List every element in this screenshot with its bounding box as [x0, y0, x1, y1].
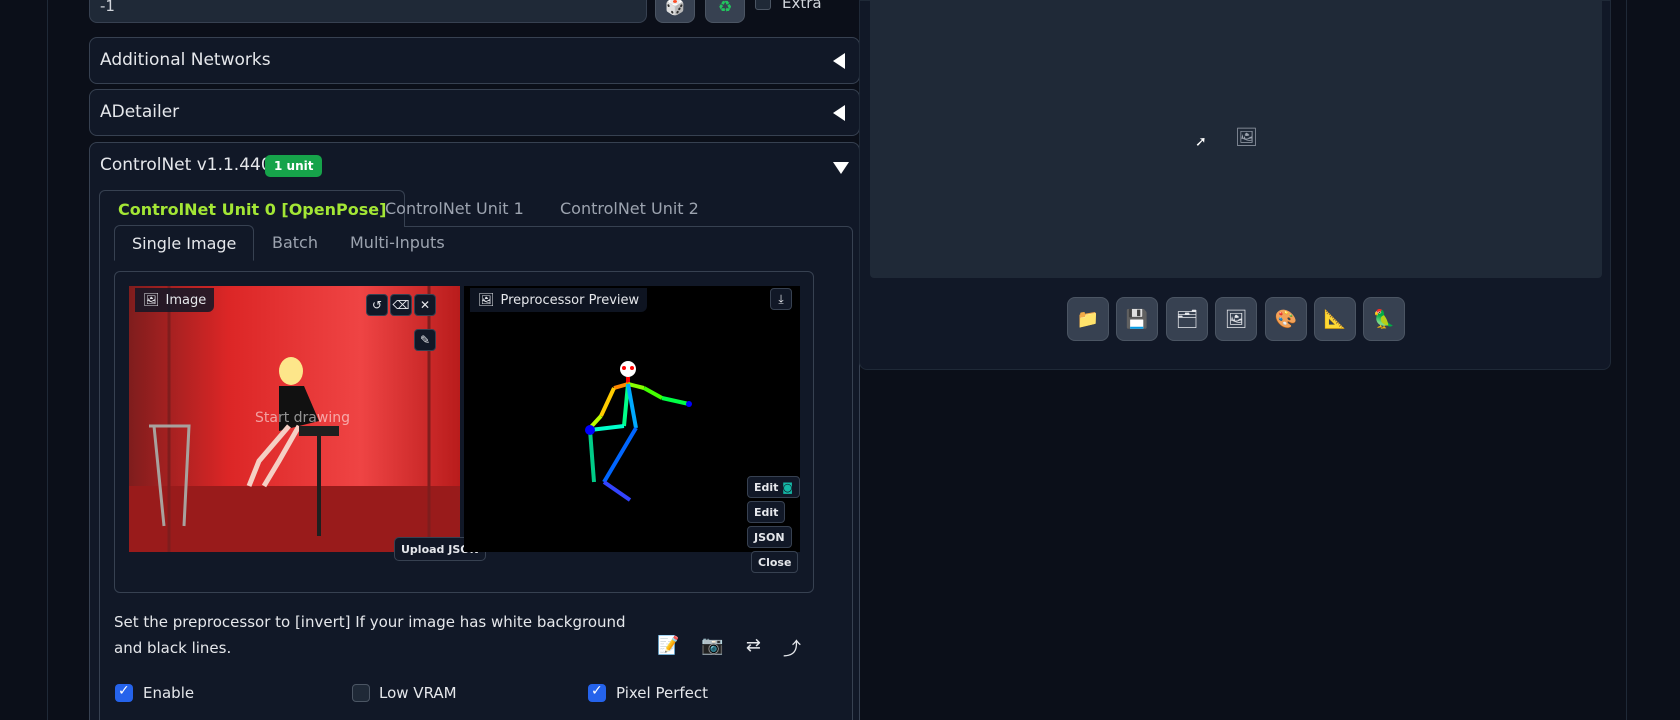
eraser-icon: ⌫	[392, 298, 410, 312]
seed-input[interactable]: -1	[89, 0, 647, 23]
send-dimensions-icon[interactable]: ⤴	[783, 635, 801, 661]
pixel-perfect-checkbox[interactable]	[588, 683, 606, 702]
camera-icon[interactable]: 📷	[701, 635, 723, 661]
cursor-icon: ➚	[1195, 134, 1207, 150]
brush-button[interactable]: ✎	[414, 329, 436, 351]
parrot-icon: 🦜	[1372, 308, 1396, 330]
reuse-seed-button[interactable]: ♻	[705, 0, 745, 23]
tab-unit-1[interactable]: ControlNet Unit 1	[367, 190, 542, 227]
dice-icon: 🎲	[665, 0, 685, 16]
download-icon: ⤓	[778, 291, 784, 306]
accordion-adetailer[interactable]: ADetailer	[89, 89, 860, 136]
accordion-title: Additional Networks	[100, 50, 271, 70]
edit-label: Edit	[754, 481, 779, 494]
extra-checkbox[interactable]	[755, 0, 771, 10]
preprocessor-preview: 🖼 Preprocessor Preview ⤓ Edit ◙ Edit JSO…	[464, 286, 800, 552]
preview-label: 🖼 Preprocessor Preview	[470, 288, 648, 312]
edit-pad-icon[interactable]: 📝	[657, 635, 679, 661]
output-panel: ➚ 🖼 📁 💾 🗂 🖼 🎨 📐 🦜	[859, 0, 1611, 370]
swap-icon[interactable]: ⇄	[746, 635, 761, 661]
left-column: -1 🎲 ♻ Extra Additional Networks ADetail…	[70, 0, 860, 720]
ruler-icon: 📐	[1323, 308, 1347, 330]
accordion-additional-networks[interactable]: Additional Networks	[89, 37, 860, 84]
accordion-title: ADetailer	[100, 102, 180, 122]
edit-openpose-button[interactable]: Edit ◙	[747, 476, 800, 498]
low-vram-checkbox[interactable]	[352, 684, 370, 702]
undo-button[interactable]: ↺	[366, 294, 388, 316]
preview-label-text: Preprocessor Preview	[500, 292, 640, 308]
expand-arrow-icon[interactable]	[833, 162, 849, 174]
random-seed-button[interactable]: 🎲	[655, 0, 695, 23]
send-to-img2img-button[interactable]: 🖼	[1215, 297, 1257, 341]
edit-button[interactable]: Edit	[747, 501, 786, 523]
download-button[interactable]: ⤓	[770, 288, 792, 310]
image-placeholder-icon: 🖼	[1235, 127, 1258, 148]
send-to-extras-button[interactable]: 📐	[1314, 297, 1356, 341]
eraser-button[interactable]: ⌫	[390, 294, 412, 316]
recycle-icon: ♻	[717, 0, 733, 16]
tab-unit-2[interactable]: ControlNet Unit 2	[542, 190, 717, 227]
send-to-photopea-button[interactable]: 🦜	[1363, 297, 1405, 341]
extra-label: Extra	[782, 0, 822, 12]
close-icon: ✕	[419, 298, 431, 312]
tab-unit-0[interactable]: ControlNet Unit 0 [OpenPose]	[99, 190, 406, 227]
single-image-body: 🖼 Image ↺ ⌫ ✕ ✎ Start drawing Upload JSO…	[114, 271, 814, 593]
low-vram-label: Low VRAM	[379, 684, 457, 702]
controlnet-title[interactable]: ControlNet v1.1.440	[100, 155, 272, 175]
image-icon: 🖼	[478, 292, 495, 308]
clear-button[interactable]: ✕	[414, 294, 436, 316]
tab-single-image[interactable]: Single Image	[114, 225, 255, 261]
brush-icon: ✎	[419, 333, 431, 347]
image-label: 🖼 Image	[135, 288, 215, 312]
save-icon: 💾	[1125, 308, 1149, 330]
preprocessor-hint: Set the preprocessor to [invert] If your…	[114, 613, 626, 657]
tab-multi-inputs[interactable]: Multi-Inputs	[333, 225, 462, 261]
image-canvas[interactable]: 🖼 Image ↺ ⌫ ✕ ✎ Start drawing	[129, 286, 460, 552]
openpose-icon: ◙	[778, 481, 793, 494]
undo-icon: ↺	[371, 298, 383, 312]
unit-action-icons: 📝 📷 ⇄ ⤴	[657, 635, 801, 661]
save-button[interactable]: 💾	[1116, 297, 1158, 341]
image-icon: 🖼	[143, 292, 160, 308]
tab-batch[interactable]: Batch	[255, 225, 335, 261]
enable-label: Enable	[143, 684, 195, 702]
folder-icon: 📁	[1076, 308, 1100, 330]
palette-icon: 🎨	[1274, 308, 1298, 330]
zip-icon: 🗂	[1175, 308, 1199, 330]
close-preview-button[interactable]: Close	[751, 551, 799, 573]
image-label-text: Image	[165, 292, 207, 308]
enable-checkbox[interactable]	[115, 683, 133, 702]
open-folder-button[interactable]: 📁	[1067, 297, 1109, 341]
canvas-overlay-text: Start drawing	[255, 410, 350, 426]
picture-icon: 🖼	[1224, 308, 1248, 330]
unit-count-badge: 1 unit	[265, 155, 323, 177]
json-button[interactable]: JSON	[747, 526, 792, 548]
send-to-inpaint-button[interactable]: 🎨	[1265, 297, 1307, 341]
collapse-arrow-icon	[833, 105, 845, 121]
zip-button[interactable]: 🗂	[1166, 297, 1208, 341]
collapse-arrow-icon	[833, 53, 845, 69]
pixel-perfect-label: Pixel Perfect	[616, 684, 709, 702]
output-gallery[interactable]: ➚ 🖼	[870, 1, 1602, 278]
